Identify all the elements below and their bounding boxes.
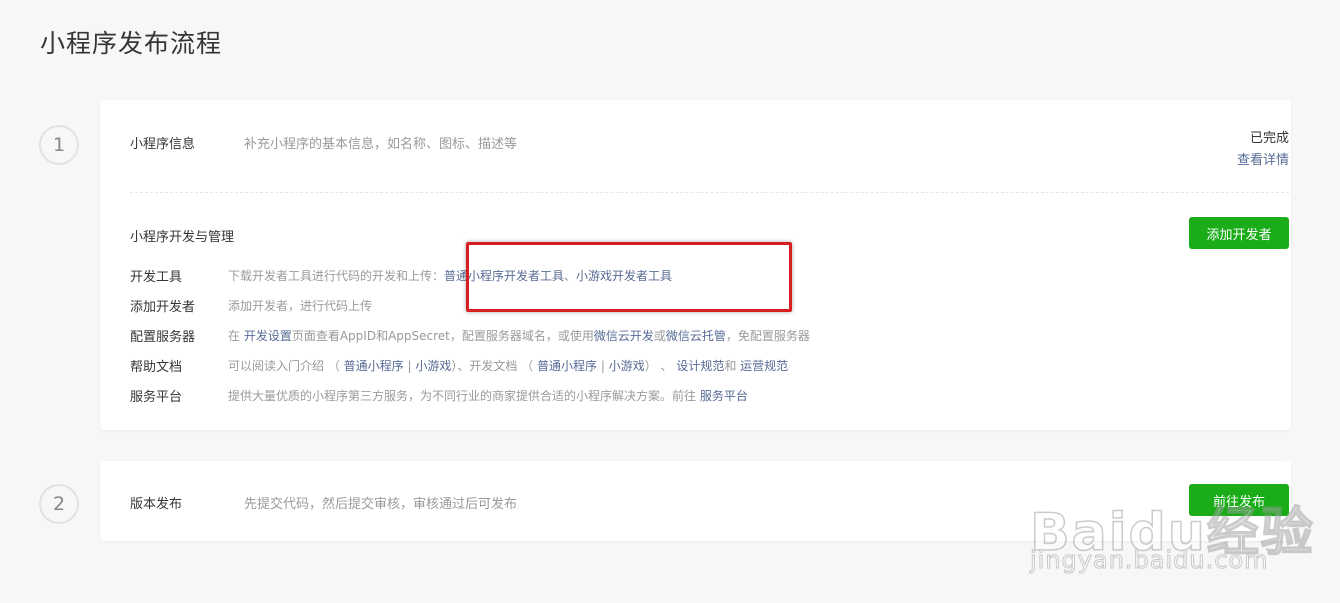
- cloud-hosting-link[interactable]: 微信云托管: [666, 329, 726, 343]
- separator: |: [403, 359, 416, 373]
- go-release-button[interactable]: 前往发布: [1189, 484, 1289, 516]
- step1-card: 小程序信息 补充小程序的基本信息，如名称、图标、描述等 已完成 查看详情 小程序…: [100, 100, 1291, 430]
- service-platform-label: 服务平台: [130, 390, 183, 405]
- release-desc: 先提交代码，然后提交审核，审核通过后可发布: [244, 497, 518, 512]
- page-title: 小程序发布流程: [40, 29, 223, 58]
- minigame-devtools-link[interactable]: 小游戏开发者工具: [576, 269, 672, 283]
- dev-tools-label: 开发工具: [130, 270, 183, 285]
- text-segment: 和: [724, 359, 741, 373]
- info-desc: 补充小程序的基本信息，如名称、图标、描述等: [244, 137, 518, 152]
- dev-section-title: 小程序开发与管理: [130, 230, 235, 245]
- text-segment: 可以阅读入门介绍 （: [228, 359, 344, 373]
- add-developer-text: 添加开发者，进行代码上传: [228, 299, 373, 313]
- help-docs-text: 可以阅读入门介绍 （ 普通小程序 | 小游戏）、开发文档 （ 普通小程序 | 小…: [228, 357, 788, 374]
- step-number-2: 2: [39, 484, 79, 524]
- watermark-url: jingyan.baidu.com: [1029, 546, 1269, 575]
- dev-settings-link[interactable]: 开发设置: [244, 329, 292, 343]
- cloud-dev-link[interactable]: 微信云开发: [594, 329, 654, 343]
- text-segment: ） 、: [644, 359, 677, 373]
- text-segment: 在: [228, 329, 244, 343]
- help-docs-label: 帮助文档: [130, 360, 183, 375]
- add-developer-button[interactable]: 添加开发者: [1189, 217, 1289, 249]
- docs-minigame-link[interactable]: 小游戏: [609, 359, 645, 373]
- step-number-1: 1: [39, 125, 79, 165]
- dev-tools-text: 下载开发者工具进行代码的开发和上传：普通小程序开发者工具、小游戏开发者工具: [228, 267, 672, 284]
- config-server-text: 在 开发设置页面查看AppID和AppSecret，配置服务器域名，或使用微信云…: [228, 327, 810, 344]
- service-platform-text: 提供大量优质的小程序第三方服务，为不同行业的商家提供合适的小程序解决方案。前往 …: [228, 387, 748, 404]
- status-badge: 已完成: [1249, 131, 1289, 146]
- service-platform-link[interactable]: 服务平台: [700, 389, 748, 403]
- regular-devtools-link[interactable]: 普通小程序开发者工具: [444, 269, 564, 283]
- info-title: 小程序信息: [130, 137, 196, 152]
- add-developer-label: 添加开发者: [130, 300, 196, 315]
- design-guide-link[interactable]: 设计规范: [676, 359, 724, 373]
- ops-guide-link[interactable]: 运营规范: [740, 359, 788, 373]
- view-details-link[interactable]: 查看详情: [1209, 149, 1289, 168]
- step2-card: 版本发布 先提交代码，然后提交审核，审核通过后可发布 前往发布: [100, 461, 1291, 541]
- dev-tools-desc: 下载开发者工具进行代码的开发和上传：: [228, 269, 445, 283]
- intro-regular-link[interactable]: 普通小程序: [344, 359, 404, 373]
- release-title: 版本发布: [130, 497, 183, 512]
- text-segment: ）、开发文档 （: [451, 359, 537, 373]
- separator: 、: [564, 269, 577, 283]
- intro-minigame-link[interactable]: 小游戏: [415, 359, 451, 373]
- divider: [130, 192, 1289, 193]
- text-segment: 提供大量优质的小程序第三方服务，为不同行业的商家提供合适的小程序解决方案。前往: [228, 389, 700, 403]
- text-segment: 页面查看AppID和AppSecret，配置服务器域名，或使用: [291, 329, 594, 343]
- text-segment: 或: [653, 329, 666, 343]
- text-segment: ，免配置服务器: [725, 329, 810, 343]
- docs-regular-link[interactable]: 普通小程序: [537, 359, 597, 373]
- separator: |: [597, 359, 609, 373]
- config-server-label: 配置服务器: [130, 330, 196, 345]
